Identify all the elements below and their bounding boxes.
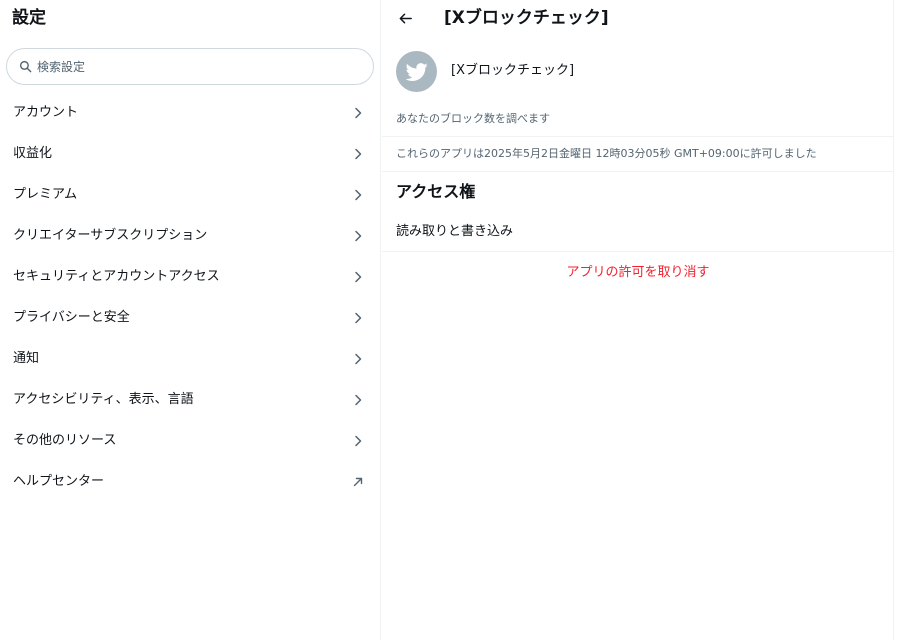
- chevron-right-icon: [355, 189, 362, 200]
- permission-value: 読み取りと書き込み: [396, 224, 514, 239]
- settings-menu: アカウント 収益化 プレミアム クリエイターサブスクリプション セキュリティとア…: [0, 92, 381, 502]
- settings-title: 設定: [12, 8, 46, 28]
- menu-item-premium[interactable]: プレミアム: [0, 174, 381, 215]
- search-icon: [19, 60, 32, 73]
- divider: [382, 136, 894, 137]
- chevron-right-icon: [355, 353, 362, 364]
- menu-item-other-resources[interactable]: その他のリソース: [0, 420, 381, 461]
- chevron-right-icon: [355, 230, 362, 241]
- menu-item-creator-subscriptions[interactable]: クリエイターサブスクリプション: [0, 215, 381, 256]
- settings-sidebar: 設定 アカウント 収益化 プレミアム クリエイターサブスクリプション: [0, 0, 381, 640]
- chevron-right-icon: [355, 271, 362, 282]
- settings-screen: 設定 アカウント 収益化 プレミアム クリエイターサブスクリプション: [0, 0, 900, 640]
- external-link-icon: [353, 477, 363, 486]
- menu-item-label: アクセシビリティ、表示、言語: [13, 391, 194, 407]
- chevron-right-icon: [355, 394, 362, 405]
- search-input[interactable]: [37, 59, 357, 74]
- menu-item-label: クリエイターサブスクリプション: [13, 227, 208, 243]
- app-detail-panel: [Xブロックチェック] [Xブロックチェック] あなたのブロック数を調べます こ…: [382, 0, 894, 640]
- search-box[interactable]: [6, 48, 374, 85]
- back-button[interactable]: [396, 9, 414, 27]
- menu-item-label: ヘルプセンター: [13, 473, 105, 489]
- app-name: [Xブロックチェック]: [451, 63, 575, 78]
- chevron-right-icon: [355, 435, 362, 446]
- page-title: [Xブロックチェック]: [444, 8, 609, 28]
- menu-item-label: その他のリソース: [13, 432, 117, 448]
- chevron-right-icon: [355, 148, 362, 159]
- bird-icon: [405, 62, 428, 81]
- grant-date-text: これらのアプリは2025年5月2日金曜日 12時03分05秒 GMT+09:00…: [396, 147, 817, 160]
- menu-item-monetization[interactable]: 収益化: [0, 133, 381, 174]
- revoke-access-button[interactable]: アプリの許可を取り消す: [382, 265, 894, 281]
- access-section-title: アクセス権: [396, 182, 476, 201]
- menu-item-account[interactable]: アカウント: [0, 92, 381, 133]
- chevron-right-icon: [355, 107, 362, 118]
- chevron-right-icon: [355, 312, 362, 323]
- menu-item-label: 通知: [13, 350, 40, 366]
- divider: [382, 251, 894, 252]
- menu-item-privacy[interactable]: プライバシーと安全: [0, 297, 381, 338]
- app-avatar: [396, 51, 437, 92]
- menu-item-label: プレミアム: [13, 186, 78, 202]
- menu-item-notifications[interactable]: 通知: [0, 338, 381, 379]
- menu-item-label: プライバシーと安全: [13, 309, 130, 325]
- arrow-left-icon: [399, 13, 412, 23]
- menu-item-help-center[interactable]: ヘルプセンター: [0, 461, 381, 502]
- menu-item-label: セキュリティとアカウントアクセス: [13, 268, 220, 284]
- divider: [382, 171, 894, 172]
- menu-item-security[interactable]: セキュリティとアカウントアクセス: [0, 256, 381, 297]
- menu-item-label: アカウント: [13, 104, 79, 120]
- app-description: あなたのブロック数を調べます: [396, 112, 550, 125]
- menu-item-label: 収益化: [13, 145, 53, 161]
- menu-item-accessibility[interactable]: アクセシビリティ、表示、言語: [0, 379, 381, 420]
